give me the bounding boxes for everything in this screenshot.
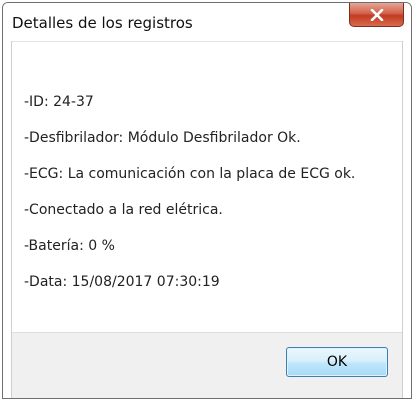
detail-ecg: -ECG: La comunicación con la placa de EC… bbox=[24, 166, 356, 182]
details-panel: -ID: 24-37 -Desfibrilador: Módulo Desfib… bbox=[12, 42, 402, 332]
window-frame-left bbox=[3, 41, 12, 398]
button-bar: OK bbox=[12, 332, 402, 398]
close-x-icon bbox=[370, 8, 384, 21]
window-frame-right bbox=[402, 41, 411, 398]
dialog-window: Detalles de los registros -ID: 24-37 -De… bbox=[2, 2, 412, 399]
detail-battery: -Batería: 0 % bbox=[24, 238, 115, 254]
close-button[interactable] bbox=[349, 3, 404, 27]
ok-button[interactable]: OK bbox=[286, 347, 388, 377]
detail-defibrillator: -Desfibrilador: Módulo Desfibrilador Ok. bbox=[24, 130, 301, 146]
title-bar[interactable]: Detalles de los registros bbox=[3, 3, 411, 42]
window-title: Detalles de los registros bbox=[12, 14, 193, 32]
detail-id: -ID: 24-37 bbox=[24, 94, 94, 110]
detail-power: -Conectado a la red elétrica. bbox=[24, 202, 223, 218]
detail-date: -Data: 15/08/2017 07:30:19 bbox=[24, 274, 220, 290]
